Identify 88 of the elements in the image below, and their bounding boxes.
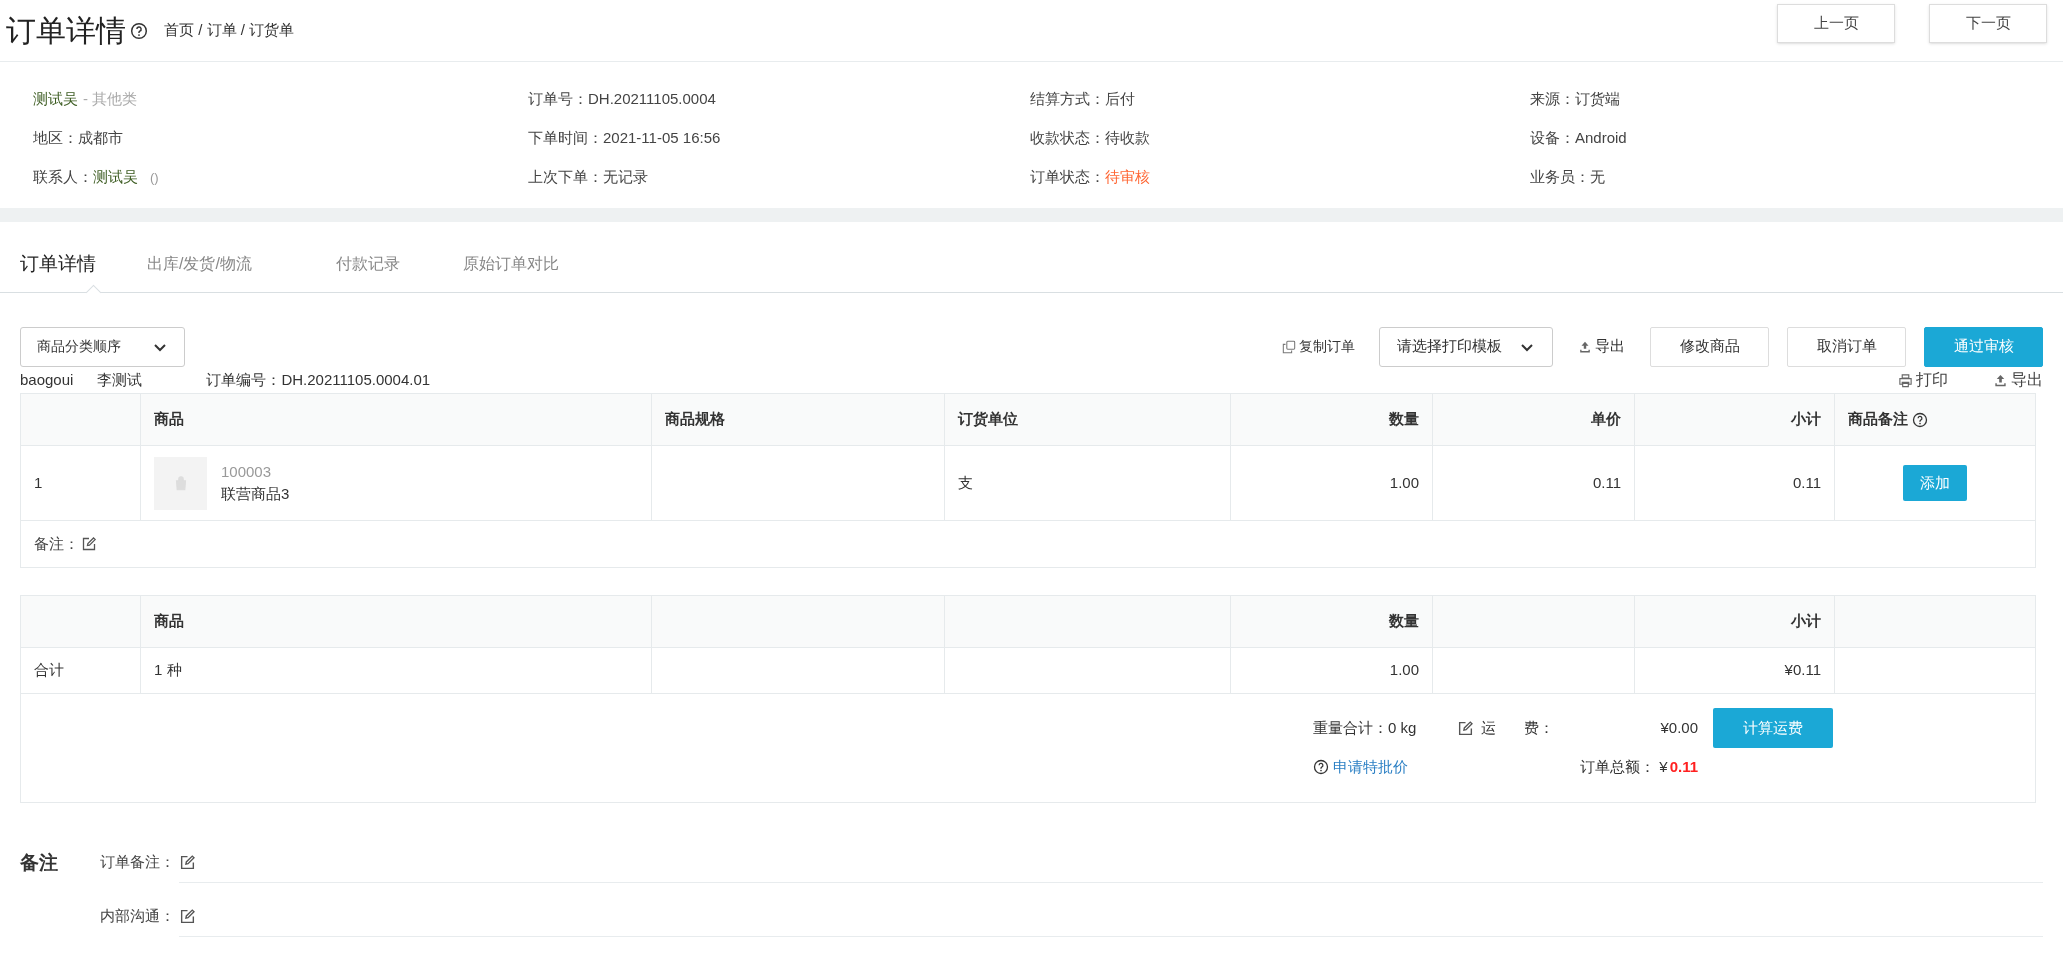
field-value: Android xyxy=(1575,128,1627,149)
field-label: 地区： xyxy=(33,128,78,149)
action-button[interactable]: 修改商品 xyxy=(1650,326,1769,367)
column-header: 单价 xyxy=(1432,393,1635,446)
field-value: 待收款 xyxy=(1105,128,1150,149)
contact-phone: () xyxy=(150,168,159,187)
field-value: 无 xyxy=(1590,167,1605,188)
field-value: 无记录 xyxy=(603,167,648,188)
page-nav-button[interactable]: 下一页 xyxy=(1929,4,2047,43)
help-icon[interactable] xyxy=(1912,411,1928,428)
customer-category: - 其他类 xyxy=(83,89,138,110)
export-link[interactable]: 导出 xyxy=(1578,335,1625,358)
copy-icon xyxy=(1282,339,1296,354)
field-label: 设备： xyxy=(1530,128,1575,149)
table-cell: 0.11 xyxy=(1634,445,1835,521)
table-cell: 合计 xyxy=(20,647,141,694)
currency-symbol: ¥ xyxy=(1659,756,1668,777)
column-header: 小计 xyxy=(1634,595,1835,648)
remark-label: 备注： xyxy=(34,533,79,554)
freight-label: 运 xyxy=(1481,717,1496,738)
user-account: baogoui xyxy=(20,369,74,390)
column-header: 商品规格 xyxy=(651,393,945,446)
tab[interactable]: 付款记录 xyxy=(336,236,463,292)
contact-name: 测试吴 xyxy=(93,167,138,188)
column-header: 商品 xyxy=(140,393,652,446)
printer-icon xyxy=(1898,372,1913,388)
tab[interactable]: 订单详情 xyxy=(20,236,147,292)
page-nav-button[interactable]: 上一页 xyxy=(1777,4,1895,43)
export-link[interactable]: 导出 xyxy=(1993,368,2043,392)
table-cell: 1 xyxy=(20,445,141,521)
table-cell: 1.00 xyxy=(1230,445,1433,521)
column-header: 数量 xyxy=(1230,595,1433,648)
upload-icon xyxy=(1993,372,2008,388)
print-link[interactable]: 打印 xyxy=(1898,368,1948,392)
tab[interactable]: 出库/发货/物流 xyxy=(147,236,336,292)
field-label: 下单时间： xyxy=(528,128,603,149)
table-cell: 1 种 xyxy=(140,647,652,694)
product-name: 联营商品3 xyxy=(221,484,290,504)
column-header: 商品备注 xyxy=(1848,409,1908,430)
tab[interactable]: 原始订单对比 xyxy=(463,236,603,292)
print-template-select[interactable]: 请选择打印模板 xyxy=(1379,326,1553,367)
customer-name: 测试吴 xyxy=(33,89,78,110)
column-header: 订货单位 xyxy=(944,393,1231,446)
field-value: DH.20211105.0004 xyxy=(588,89,716,110)
order-total-label: 订单总额： xyxy=(1580,756,1656,777)
order-total-value: 0.11 xyxy=(1669,756,1698,777)
notes-title: 备注 xyxy=(20,850,59,875)
help-icon[interactable] xyxy=(130,21,148,40)
action-button[interactable]: 取消订单 xyxy=(1787,326,1906,367)
upload-icon xyxy=(1578,339,1592,354)
field-label: 联系人： xyxy=(33,167,93,188)
table-cell: 0.11 xyxy=(1432,445,1635,521)
field-value: 订货端 xyxy=(1575,89,1620,110)
field-label: 业务员： xyxy=(1530,167,1590,188)
field-label: 订单状态： xyxy=(1030,167,1105,188)
table-cell: 1.00 xyxy=(1230,647,1433,694)
user-name: 李测试 xyxy=(97,369,143,390)
help-icon[interactable] xyxy=(1313,759,1329,775)
edit-icon[interactable] xyxy=(179,908,196,925)
field-value: 2021-11-05 16:56 xyxy=(603,128,721,149)
field-label: 结算方式： xyxy=(1030,89,1105,110)
note-label: 订单备注： xyxy=(100,852,175,873)
sort-select[interactable]: 商品分类顺序 xyxy=(20,326,185,367)
weight-total: 重量合计：0 kg xyxy=(1313,717,1418,738)
sub-order-number: 订单编号：DH.20211105.0004.01 xyxy=(206,369,431,390)
page-title: 订单详情 xyxy=(6,15,126,46)
breadcrumb: 首页 / 订单 / 订货单 xyxy=(164,20,294,41)
column-header: 数量 xyxy=(1230,393,1433,446)
freight-value: ¥0.00 xyxy=(1660,717,1698,738)
edit-icon[interactable] xyxy=(179,854,196,871)
edit-icon[interactable] xyxy=(81,536,97,552)
freight-label: 费： xyxy=(1524,717,1554,738)
copy-order-link[interactable]: 复制订单 xyxy=(1282,336,1355,357)
product-code: 100003 xyxy=(221,462,273,482)
edit-icon[interactable] xyxy=(1457,719,1474,737)
column-header: 商品 xyxy=(140,595,652,648)
field-label: 上次下单： xyxy=(528,167,603,188)
field-label: 来源： xyxy=(1530,89,1575,110)
field-value: 成都市 xyxy=(78,128,123,149)
note-label: 内部沟通： xyxy=(100,906,175,927)
status-value: 待审核 xyxy=(1105,167,1150,188)
field-label: 收款状态： xyxy=(1030,128,1105,149)
table-cell: 支 xyxy=(944,445,1231,521)
special-price-link[interactable]: 申请特批价 xyxy=(1333,755,1408,779)
column-header: 小计 xyxy=(1634,393,1835,446)
field-label: 订单号： xyxy=(528,89,588,110)
field-value: 后付 xyxy=(1105,89,1135,110)
table-cell: ¥0.11 xyxy=(1634,647,1835,694)
